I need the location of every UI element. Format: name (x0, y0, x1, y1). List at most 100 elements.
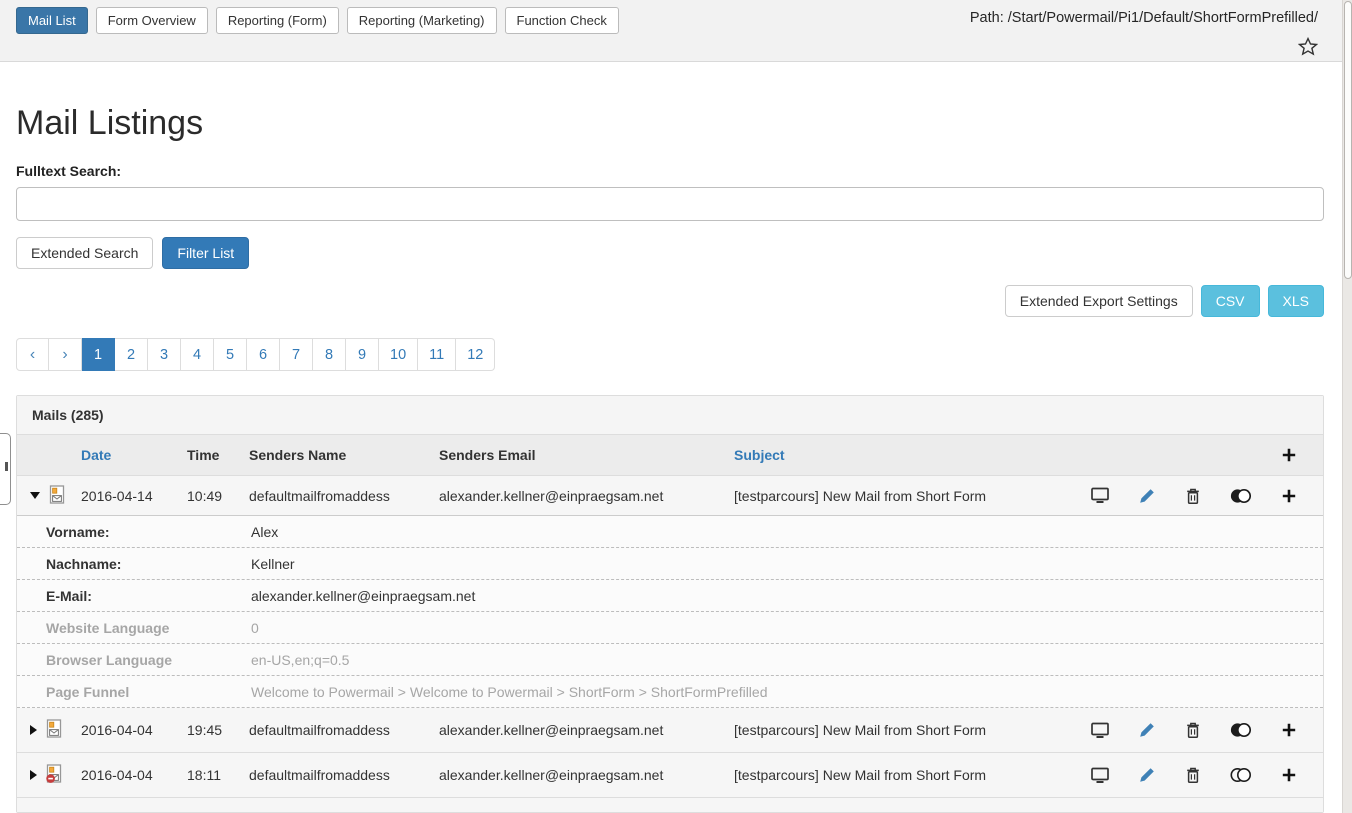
mail-row[interactable]: 2016-04-04 18:11 defaultmailfromaddess a… (17, 753, 1323, 798)
toggle-visibility-on-icon[interactable] (1230, 488, 1251, 504)
mail-row[interactable]: 2016-04-04 19:45 defaultmailfromaddess a… (17, 708, 1323, 753)
mail-sender-email: alexander.kellner@einpraegsam.net (439, 488, 734, 504)
pagination-page-6[interactable]: 6 (247, 338, 280, 371)
detail-row: Browser Language en-US,en;q=0.5 (17, 644, 1323, 676)
detail-row: E-Mail: alexander.kellner@einpraegsam.ne… (17, 580, 1323, 612)
mail-row-cutoff (17, 798, 1323, 812)
expand-caret-icon[interactable] (30, 770, 37, 780)
toggle-visibility-on-icon[interactable] (1230, 722, 1251, 738)
detail-label: Website Language (46, 620, 251, 636)
detail-value: Welcome to Powermail > Welcome to Powerm… (251, 684, 768, 700)
extended-export-settings-button[interactable]: Extended Export Settings (1005, 285, 1193, 317)
mail-sender-name: defaultmailfromaddess (249, 767, 439, 783)
tab-reporting-marketing[interactable]: Reporting (Marketing) (347, 7, 497, 34)
pagination: ‹ › 1 2 3 4 5 6 7 8 9 10 11 12 (16, 338, 495, 371)
column-header-subject[interactable]: Subject (734, 447, 1091, 463)
mails-panel-title: Mails (285) (17, 396, 1323, 435)
edit-mail-icon[interactable] (1139, 767, 1155, 783)
pagination-page-5[interactable]: 5 (214, 338, 247, 371)
top-toolbar: Mail List Form Overview Reporting (Form)… (0, 0, 1342, 62)
filter-list-button[interactable]: Filter List (162, 237, 249, 269)
nav-collapse-mark-icon (5, 462, 8, 471)
mail-record-hidden-icon[interactable] (46, 764, 62, 786)
detail-row: Page Funnel Welcome to Powermail > Welco… (17, 676, 1323, 708)
detail-label: Vorname: (46, 524, 251, 540)
pagination-page-2[interactable]: 2 (115, 338, 148, 371)
tab-function-check[interactable]: Function Check (505, 7, 619, 34)
column-header-senders-name: Senders Name (249, 447, 439, 463)
bookmark-star-icon[interactable] (1298, 37, 1318, 57)
mail-date: 2016-04-04 (81, 767, 187, 783)
pagination-page-4[interactable]: 4 (181, 338, 214, 371)
filter-buttons-row: Extended Search Filter List (16, 237, 1324, 269)
pagination-page-1[interactable]: 1 (82, 338, 115, 371)
fulltext-search-label: Fulltext Search: (16, 163, 1324, 179)
tab-reporting-form[interactable]: Reporting (Form) (216, 7, 339, 34)
collapse-caret-icon[interactable] (30, 492, 40, 499)
mail-date: 2016-04-14 (81, 488, 187, 504)
pagination-prev[interactable]: ‹ (16, 338, 49, 371)
detail-value: Kellner (251, 556, 295, 572)
module-tabs: Mail List Form Overview Reporting (Form)… (16, 7, 619, 34)
mail-time: 18:11 (187, 767, 249, 783)
toggle-visibility-off-icon[interactable] (1230, 767, 1251, 783)
mail-time: 10:49 (187, 488, 249, 504)
detail-value: en-US,en;q=0.5 (251, 652, 349, 668)
pagination-page-8[interactable]: 8 (313, 338, 346, 371)
pagination-page-10[interactable]: 10 (379, 338, 418, 371)
delete-mail-icon[interactable] (1186, 488, 1200, 504)
view-mail-icon[interactable] (1091, 767, 1109, 784)
scrollbar[interactable] (1342, 0, 1352, 813)
pagination-page-12[interactable]: 12 (456, 338, 495, 371)
mail-record-icon[interactable] (46, 719, 62, 741)
xls-export-button[interactable]: XLS (1268, 285, 1324, 317)
mail-sender-name: defaultmailfromaddess (249, 488, 439, 504)
pagination-page-9[interactable]: 9 (346, 338, 379, 371)
edit-mail-icon[interactable] (1139, 722, 1155, 738)
expand-caret-icon[interactable] (30, 725, 37, 735)
fulltext-search-input[interactable] (16, 187, 1324, 221)
extended-search-button[interactable]: Extended Search (16, 237, 153, 269)
edit-mail-icon[interactable] (1139, 488, 1155, 504)
column-header-time: Time (187, 447, 249, 463)
mail-record-icon[interactable] (49, 485, 65, 507)
detail-label: Browser Language (46, 652, 251, 668)
mail-sender-email: alexander.kellner@einpraegsam.net (439, 767, 734, 783)
detail-label: Nachname: (46, 556, 251, 572)
pagination-next[interactable]: › (49, 338, 82, 371)
page-title: Mail Listings (16, 104, 1324, 143)
scrollbar-thumb[interactable] (1344, 1, 1352, 279)
add-column-icon[interactable] (1281, 447, 1297, 463)
delete-mail-icon[interactable] (1186, 722, 1200, 738)
pagination-page-7[interactable]: 7 (280, 338, 313, 371)
mails-panel: Mails (285) Date Time Senders Name Sende… (16, 395, 1324, 813)
mail-row[interactable]: 2016-04-14 10:49 defaultmailfromaddess a… (17, 476, 1323, 516)
mail-subject: [testparcours] New Mail from Short Form (734, 722, 1091, 738)
column-header-date[interactable]: Date (81, 447, 187, 463)
detail-value: alexander.kellner@einpraegsam.net (251, 588, 475, 604)
main-content: Mail Listings Fulltext Search: Extended … (16, 62, 1324, 813)
tab-mail-list[interactable]: Mail List (16, 7, 88, 34)
column-header-senders-email: Senders Email (439, 447, 734, 463)
mail-subject: [testparcours] New Mail from Short Form (734, 767, 1091, 783)
tab-form-overview[interactable]: Form Overview (96, 7, 208, 34)
table-header-row: Date Time Senders Name Senders Email Sub… (17, 435, 1323, 476)
detail-row: Website Language 0 (17, 612, 1323, 644)
add-mail-icon[interactable] (1281, 767, 1297, 783)
mail-sender-name: defaultmailfromaddess (249, 722, 439, 738)
nav-collapse-handle[interactable] (0, 433, 11, 505)
page-path: Path: /Start/Powermail/Pi1/Default/Short… (970, 10, 1318, 26)
pagination-page-3[interactable]: 3 (148, 338, 181, 371)
add-mail-icon[interactable] (1281, 488, 1297, 504)
add-mail-icon[interactable] (1281, 722, 1297, 738)
detail-value: 0 (251, 620, 259, 636)
view-mail-icon[interactable] (1091, 487, 1109, 504)
view-mail-icon[interactable] (1091, 722, 1109, 739)
pagination-page-11[interactable]: 11 (418, 338, 456, 371)
export-buttons-row: Extended Export Settings CSV XLS (16, 285, 1324, 317)
mail-date: 2016-04-04 (81, 722, 187, 738)
csv-export-button[interactable]: CSV (1201, 285, 1260, 317)
mail-sender-email: alexander.kellner@einpraegsam.net (439, 722, 734, 738)
delete-mail-icon[interactable] (1186, 767, 1200, 783)
detail-row: Vorname: Alex (17, 516, 1323, 548)
